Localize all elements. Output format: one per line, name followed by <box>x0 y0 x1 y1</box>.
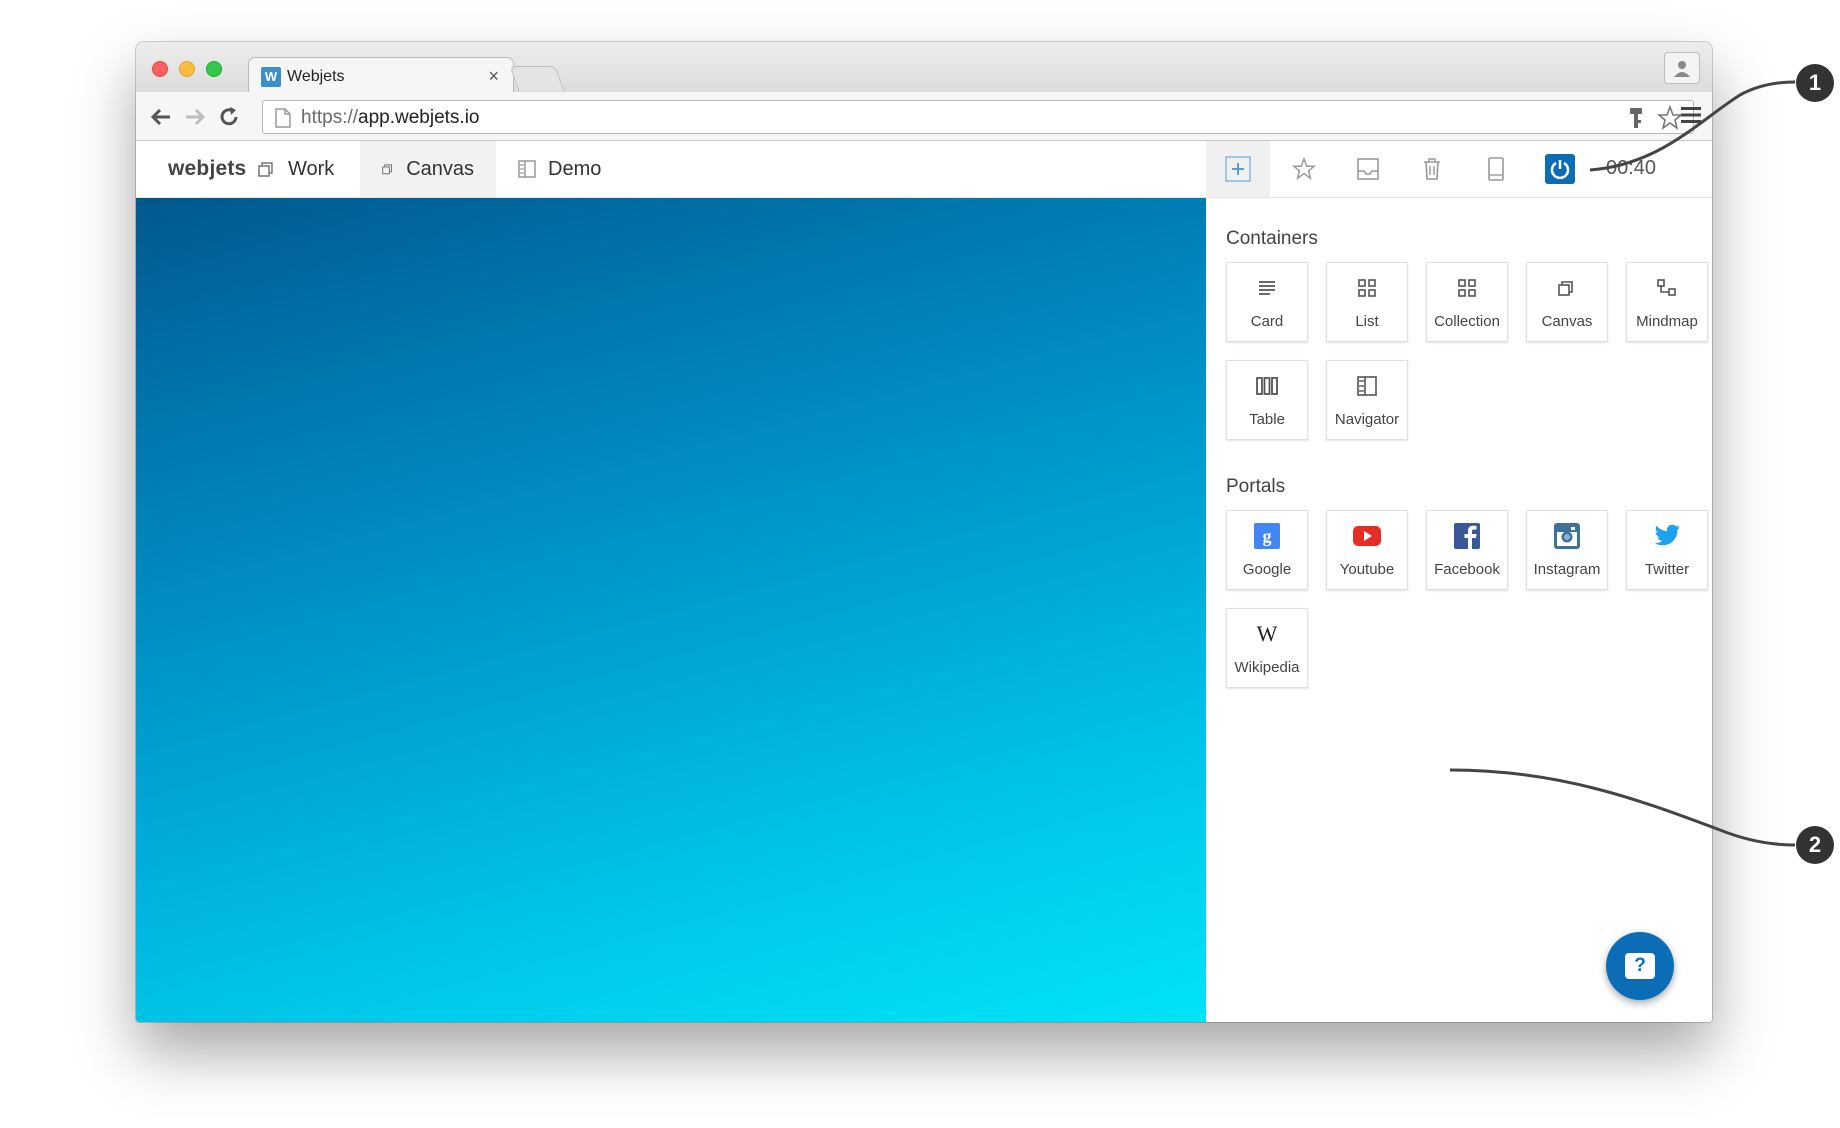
google-icon: g <box>1254 523 1280 549</box>
tile-label: Facebook <box>1434 561 1500 578</box>
address-bar: https://app.webjets.io <box>136 92 1712 141</box>
url-input[interactable]: https://app.webjets.io <box>262 100 1694 134</box>
container-table[interactable]: Table <box>1226 360 1308 440</box>
svg-text:g: g <box>1263 526 1272 546</box>
key-icon[interactable] <box>1627 106 1645 130</box>
tab-strip: W Webjets × <box>136 42 1712 93</box>
tab-canvas[interactable]: Canvas <box>360 141 496 197</box>
lines-icon <box>1259 281 1275 295</box>
callout-marker-2: 2 <box>1796 826 1834 864</box>
navigator-icon <box>518 160 536 178</box>
container-collection[interactable]: Collection <box>1426 262 1508 342</box>
tab-work[interactable]: Work <box>236 141 356 197</box>
canvas-stack-icon <box>382 164 392 175</box>
tile-label: Wikipedia <box>1234 659 1300 676</box>
container-canvas[interactable]: Canvas <box>1526 262 1608 342</box>
window-controls <box>152 61 222 77</box>
back-arrow-icon[interactable] <box>148 104 174 130</box>
tile-label: Youtube <box>1339 561 1395 578</box>
tile-label: Navigator <box>1334 411 1400 428</box>
favorite-button[interactable] <box>1272 141 1336 197</box>
container-mindmap[interactable]: Mindmap <box>1626 262 1708 342</box>
trash-button[interactable] <box>1400 141 1464 197</box>
tab-title: Webjets <box>287 68 345 85</box>
wikipedia-icon: W <box>1257 623 1278 645</box>
container-navigator[interactable]: Navigator <box>1326 360 1408 440</box>
tablet-icon <box>1488 157 1504 181</box>
portal-wikipedia[interactable]: W Wikipedia <box>1226 608 1308 688</box>
inbox-icon <box>1357 158 1379 180</box>
page-icon <box>275 108 291 128</box>
power-icon <box>1545 154 1575 184</box>
browser-tab[interactable]: W Webjets × <box>248 57 514 93</box>
youtube-icon <box>1353 526 1381 546</box>
help-button[interactable]: ? <box>1606 932 1674 1000</box>
canvas-stack-icon <box>258 162 273 177</box>
new-tab-button[interactable] <box>509 66 565 91</box>
grid-icon <box>1458 279 1476 297</box>
portals-heading: Portals <box>1226 476 1286 497</box>
container-card[interactable]: Card <box>1226 262 1308 342</box>
toolbar: 00:40 <box>1206 141 1712 197</box>
profile-button[interactable] <box>1664 52 1700 84</box>
portal-youtube[interactable]: Youtube <box>1326 510 1408 590</box>
tile-label: Collection <box>1434 313 1500 330</box>
instagram-icon <box>1554 523 1580 549</box>
device-button[interactable] <box>1464 141 1528 197</box>
url-text: https://app.webjets.io <box>301 107 480 128</box>
tab-label: Work <box>288 157 335 180</box>
minimize-window-button[interactable] <box>179 61 195 77</box>
tile-label: Table <box>1249 411 1285 428</box>
zoom-window-button[interactable] <box>206 61 222 77</box>
grid-icon <box>1358 279 1376 297</box>
add-panel: Containers Card List Collection Canvas M… <box>1206 198 1712 1022</box>
svg-text:W: W <box>1257 623 1278 645</box>
inbox-button[interactable] <box>1336 141 1400 197</box>
tile-label: Mindmap <box>1636 313 1698 330</box>
favicon-icon: W <box>261 67 281 87</box>
columns-icon <box>1256 377 1278 395</box>
tile-label: Card <box>1250 313 1284 330</box>
portal-twitter[interactable]: Twitter <box>1626 510 1708 590</box>
tile-label: Twitter <box>1644 561 1690 578</box>
help-chat-icon: ? <box>1625 953 1655 979</box>
person-icon <box>1674 61 1690 77</box>
canvas-area[interactable] <box>136 198 1206 1022</box>
reload-icon[interactable] <box>216 104 242 130</box>
canvas-stack-icon <box>1558 281 1573 296</box>
tile-label: List <box>1355 313 1379 330</box>
add-button[interactable] <box>1206 141 1270 197</box>
forward-arrow-icon[interactable] <box>182 104 208 130</box>
facebook-icon <box>1454 523 1480 549</box>
callout-marker-1: 1 <box>1796 64 1834 102</box>
portal-google[interactable]: g Google <box>1226 510 1308 590</box>
tile-label: Canvas <box>1541 313 1593 330</box>
power-button[interactable] <box>1528 141 1592 197</box>
close-tab-icon[interactable]: × <box>488 66 499 87</box>
session-timer: 00:40 <box>1606 157 1657 179</box>
browser-window: W Webjets × https://app.webjets.io webje… <box>136 42 1712 1022</box>
tab-label: Canvas <box>406 157 474 180</box>
app-header: webjets Work Canvas Demo 00:40 <box>136 141 1712 198</box>
brand-logo[interactable]: webjets <box>168 157 246 181</box>
containers-heading: Containers <box>1226 228 1318 249</box>
tab-label: Demo <box>548 157 602 180</box>
add-icon <box>1225 156 1251 182</box>
tile-label: Google <box>1242 561 1292 578</box>
trash-icon <box>1424 158 1440 180</box>
tile-label: Instagram <box>1533 561 1601 578</box>
portal-instagram[interactable]: Instagram <box>1526 510 1608 590</box>
twitter-icon <box>1654 524 1680 546</box>
portal-facebook[interactable]: Facebook <box>1426 510 1508 590</box>
navigator-icon <box>1357 376 1377 396</box>
star-icon <box>1292 157 1316 180</box>
container-list[interactable]: List <box>1326 262 1408 342</box>
menu-icon[interactable] <box>1680 104 1702 126</box>
tab-demo[interactable]: Demo <box>496 141 623 197</box>
mindmap-icon <box>1657 279 1676 296</box>
close-window-button[interactable] <box>152 61 168 77</box>
